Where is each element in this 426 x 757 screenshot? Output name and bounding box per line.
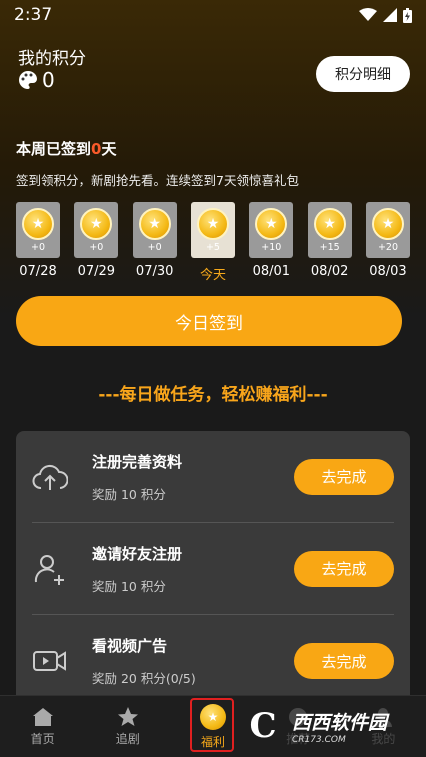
task-banner: ---每日做任务，轻松赚福利--- xyxy=(98,385,328,405)
watermark-url: CR173.COM xyxy=(292,734,346,745)
task-name: 邀请好友注册 xyxy=(92,544,183,563)
points-value: 0 xyxy=(42,68,55,92)
points-detail-button[interactable]: 积分明细 xyxy=(316,56,410,92)
day-card: ★ +20 xyxy=(365,202,410,258)
task-name: 看视频广告 xyxy=(92,637,168,655)
wifi-icon xyxy=(359,8,377,21)
task-complete-button[interactable]: 去完成 xyxy=(294,550,394,587)
coin-icon: ★ xyxy=(80,208,113,240)
day-date: 07/28 xyxy=(19,264,57,279)
task-reward: 奖励 10 积分 xyxy=(92,486,166,502)
sign-in-button[interactable]: 今日签到 xyxy=(16,296,402,346)
status-time: 2:37 xyxy=(14,5,53,25)
nav-item-drama[interactable]: 追剧 xyxy=(85,696,170,757)
watermark: C 西西软件园 CR173.COM xyxy=(238,700,426,752)
day-bonus: +5 xyxy=(205,242,220,253)
day-card: ★ +0 xyxy=(74,202,119,258)
day-card: ★ +0 xyxy=(132,202,177,258)
task-complete-button[interactable]: 去完成 xyxy=(294,643,394,679)
day-bonus: +0 xyxy=(147,242,162,253)
week-signin-title: 本周已签到0天 xyxy=(16,140,117,158)
signin-day: ★ +0 07/28 xyxy=(16,202,60,283)
signin-day: ★ +20 08/03 xyxy=(365,202,410,283)
home-icon xyxy=(32,707,53,726)
day-bonus: +0 xyxy=(30,242,45,253)
day-date: 08/03 xyxy=(369,264,407,279)
task-panel: 注册完善资料 奖励 10 积分 去完成 邀请好友注册 奖励 10 积分 去完成 看视… xyxy=(16,431,410,711)
coin-icon: ★ xyxy=(313,208,346,240)
day-card: ★ +0 xyxy=(16,202,60,258)
week-signin-subtitle: 签到领积分，新剧抢先看。连续签到7天领惊喜礼包 xyxy=(16,173,299,188)
day-card: ★ +15 xyxy=(307,202,352,258)
task-item: 邀请好友注册 奖励 10 积分 去完成 xyxy=(32,523,394,615)
day-card: ★ +10 xyxy=(249,202,294,258)
coin-icon: ★ xyxy=(196,208,229,240)
day-date: 08/01 xyxy=(252,264,291,279)
day-date: 今天 xyxy=(199,268,226,283)
task-item: 看视频广告奖励 20 积分(0/5) 去完成 xyxy=(32,615,394,707)
task-complete-button[interactable]: 去完成 xyxy=(294,458,394,495)
watermark-name: 西西软件园 xyxy=(292,711,388,734)
signin-days: ★ +0 07/28 ★ +0 07/29 ★ +0 07/30 ★ +5 今天 ★ +10 08/01 ★ +… xyxy=(16,202,410,283)
palette-icon xyxy=(19,71,37,89)
task-reward: 奖励 10 积分 xyxy=(92,578,166,594)
day-date: 08/02 xyxy=(310,264,349,279)
day-bonus: +10 xyxy=(261,242,282,253)
nav-item-home[interactable]: 首页 xyxy=(0,696,85,757)
signin-count: 0 xyxy=(91,140,102,158)
coin-icon: ★ xyxy=(22,208,54,240)
signin-day: ★ +15 08/02 xyxy=(307,202,352,283)
coin-icon: ★ xyxy=(371,208,404,240)
signin-day: ★ +5 今天 xyxy=(190,202,235,283)
day-bonus: +15 xyxy=(319,242,340,253)
day-date: 07/30 xyxy=(135,264,174,279)
battery-icon xyxy=(403,7,412,23)
signin-day: ★ +10 08/01 xyxy=(249,202,294,283)
day-bonus: +0 xyxy=(89,242,104,253)
add-user-icon xyxy=(32,551,68,587)
coin-icon: ★ xyxy=(138,208,171,240)
status-bar: 2:37 xyxy=(0,0,426,30)
points-value-row: 0 xyxy=(18,68,55,92)
day-bonus: +20 xyxy=(377,242,398,253)
coin-icon: ★ xyxy=(255,208,288,240)
task-reward: 奖励 20 积分(0/5) xyxy=(92,671,196,686)
signal-icon xyxy=(383,8,397,22)
highlight-box xyxy=(190,698,234,752)
task-name: 注册完善资料 xyxy=(92,452,183,471)
signin-day: ★ +0 07/29 xyxy=(74,202,119,283)
watermark-logo: C xyxy=(249,706,277,746)
day-card: ★ +5 xyxy=(190,202,235,258)
cloud-upload-icon xyxy=(32,459,68,495)
points-title: 我的积分 xyxy=(18,49,86,69)
task-item: 注册完善资料 奖励 10 积分 去完成 xyxy=(32,431,394,523)
signin-day: ★ +0 07/30 xyxy=(132,202,177,283)
video-icon xyxy=(32,643,68,679)
day-date: 07/29 xyxy=(77,264,116,279)
star-icon xyxy=(117,707,138,726)
